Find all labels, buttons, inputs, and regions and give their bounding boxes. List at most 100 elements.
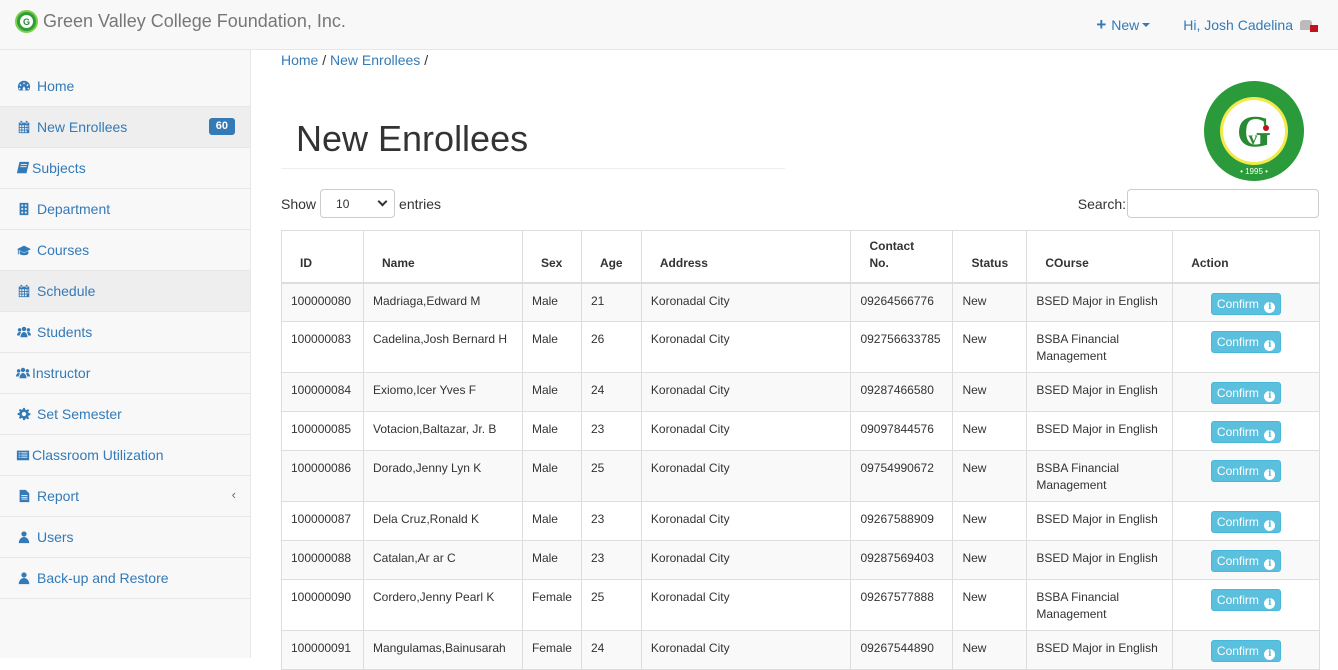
cell-contact: 09267577888 bbox=[850, 579, 954, 631]
sidebar-item-backup-restore[interactable]: Back-up and Restore bbox=[0, 558, 250, 599]
cell-action: Confirm i bbox=[1172, 630, 1320, 670]
cell-address: Koronadal City bbox=[640, 450, 852, 502]
cell-age: 24 bbox=[580, 630, 642, 670]
top-navbar: G Green Valley College Foundation, Inc. … bbox=[0, 0, 1338, 50]
confirm-button[interactable]: Confirm i bbox=[1210, 382, 1282, 404]
info-icon: i bbox=[1264, 598, 1276, 609]
breadcrumb-home-link[interactable]: Home bbox=[281, 52, 318, 68]
calendar-icon bbox=[17, 284, 31, 298]
confirm-button[interactable]: Confirm i bbox=[1210, 511, 1282, 533]
entries-per-page-select[interactable]: 10 bbox=[320, 189, 396, 218]
gear-icon bbox=[17, 407, 31, 421]
sidebar: Home New Enrollees 60 Subjects Departmen… bbox=[0, 50, 251, 658]
cell-age: 25 bbox=[580, 579, 642, 631]
sidebar-item-students[interactable]: Students bbox=[0, 312, 250, 353]
confirm-button[interactable]: Confirm i bbox=[1210, 292, 1282, 315]
sidebar-item-set-semester[interactable]: Set Semester bbox=[0, 394, 250, 435]
column-header-age[interactable]: Age bbox=[580, 230, 642, 284]
sidebar-item-new-enrollees[interactable]: New Enrollees 60 bbox=[0, 107, 250, 148]
sidebar-item-courses[interactable]: Courses bbox=[0, 230, 250, 271]
sidebar-item-users[interactable]: Users bbox=[0, 517, 250, 558]
confirm-label: Confirm bbox=[1216, 335, 1259, 349]
brand-title: Green Valley College Foundation, Inc. bbox=[43, 11, 346, 31]
search-control: Search: bbox=[1078, 189, 1319, 218]
new-enrollees-count-badge: 60 bbox=[208, 118, 235, 135]
confirm-label: Confirm bbox=[1216, 515, 1259, 529]
cell-action: Confirm i bbox=[1172, 579, 1320, 631]
sidebar-item-schedule[interactable]: Schedule bbox=[0, 271, 250, 312]
column-header-sex[interactable]: Sex bbox=[521, 230, 582, 284]
info-icon: i bbox=[1264, 430, 1276, 441]
sidebar-item-home[interactable]: Home bbox=[0, 66, 250, 107]
sidebar-item-department[interactable]: Department bbox=[0, 189, 250, 230]
user-icon bbox=[17, 571, 31, 585]
sidebar-item-label: Home bbox=[37, 78, 75, 94]
new-dropdown-button[interactable]: + New bbox=[1096, 15, 1151, 35]
column-header-address[interactable]: Address bbox=[640, 230, 852, 284]
cell-address: Koronadal City bbox=[640, 579, 852, 631]
cell-sex: Male bbox=[521, 321, 582, 373]
cell-id: 100000083 bbox=[281, 321, 364, 373]
college-seal-logo: G v • 1995 • bbox=[1204, 81, 1304, 181]
file-icon bbox=[17, 489, 31, 503]
cell-course: BSED Major in English bbox=[1026, 282, 1174, 322]
cell-address: Koronadal City bbox=[640, 321, 852, 373]
confirm-label: Confirm bbox=[1216, 296, 1259, 311]
column-header-id[interactable]: ID bbox=[281, 230, 364, 284]
search-input[interactable] bbox=[1127, 189, 1319, 218]
cell-id: 100000090 bbox=[281, 579, 364, 631]
user-menu[interactable]: Hi, Josh Cadelina bbox=[1183, 17, 1318, 33]
cell-id: 100000091 bbox=[281, 630, 364, 670]
confirm-button[interactable]: Confirm i bbox=[1210, 640, 1282, 662]
confirm-button[interactable]: Confirm i bbox=[1210, 589, 1282, 611]
cell-sex: Female bbox=[521, 579, 582, 631]
brand[interactable]: G Green Valley College Foundation, Inc. bbox=[15, 10, 346, 33]
cell-address: Koronadal City bbox=[640, 630, 852, 670]
confirm-label: Confirm bbox=[1216, 386, 1259, 400]
user-icon bbox=[17, 530, 31, 544]
cell-address: Koronadal City bbox=[640, 411, 852, 451]
info-icon: i bbox=[1264, 649, 1276, 660]
enrollees-table: ID Name Sex Age Address Contact No. Stat… bbox=[281, 230, 1320, 670]
cell-id: 100000084 bbox=[281, 372, 364, 412]
column-header-contact[interactable]: Contact No. bbox=[850, 230, 954, 284]
sidebar-item-label: Instructor bbox=[32, 365, 91, 381]
caret-down-icon bbox=[1142, 23, 1151, 27]
chevron-left-icon[interactable]: ‹ bbox=[232, 487, 236, 502]
confirm-button[interactable]: Confirm i bbox=[1210, 550, 1282, 572]
cell-id: 100000088 bbox=[281, 540, 364, 580]
cell-sex: Male bbox=[521, 372, 582, 412]
cell-contact: 092756633785 bbox=[850, 321, 954, 373]
users-icon bbox=[16, 366, 30, 380]
cell-action: Confirm i bbox=[1172, 321, 1320, 373]
sidebar-item-subjects[interactable]: Subjects bbox=[0, 148, 250, 189]
confirm-button[interactable]: Confirm i bbox=[1210, 421, 1282, 443]
cell-action: Confirm i bbox=[1172, 450, 1320, 502]
confirm-label: Confirm bbox=[1216, 425, 1259, 439]
cell-status: New bbox=[952, 282, 1028, 322]
breadcrumb: Home / New Enrollees / bbox=[281, 52, 428, 68]
sidebar-item-instructor[interactable]: Instructor bbox=[0, 353, 250, 394]
sidebar-item-label: Subjects bbox=[32, 160, 86, 176]
cell-contact: 09287569403 bbox=[850, 540, 954, 580]
breadcrumb-new-enrollees-link[interactable]: New Enrollees bbox=[330, 52, 420, 68]
column-header-name[interactable]: Name bbox=[362, 230, 523, 284]
cell-address: Koronadal City bbox=[640, 372, 852, 412]
svg-text:v: v bbox=[1249, 128, 1258, 148]
column-header-course[interactable]: COurse bbox=[1026, 230, 1174, 284]
confirm-button[interactable]: Confirm i bbox=[1210, 331, 1282, 353]
cell-action: Confirm i bbox=[1172, 411, 1320, 451]
sidebar-item-report[interactable]: Report ‹ bbox=[0, 476, 250, 517]
graduation-cap-icon bbox=[17, 243, 31, 257]
sidebar-item-classroom-utilization[interactable]: Classroom Utilization bbox=[0, 435, 250, 476]
cell-status: New bbox=[952, 501, 1028, 541]
college-logo-icon: G bbox=[15, 10, 38, 33]
column-header-status[interactable]: Status bbox=[952, 230, 1028, 284]
cell-course: BSBA Financial Management bbox=[1026, 450, 1174, 502]
cell-status: New bbox=[952, 630, 1028, 670]
entries-select-value: 10 bbox=[336, 196, 350, 211]
confirm-button[interactable]: Confirm i bbox=[1210, 460, 1282, 482]
table-row: 100000091 Mangulamas,Bainusarah Female 2… bbox=[281, 630, 1320, 670]
cell-status: New bbox=[952, 579, 1028, 631]
cell-status: New bbox=[952, 411, 1028, 451]
